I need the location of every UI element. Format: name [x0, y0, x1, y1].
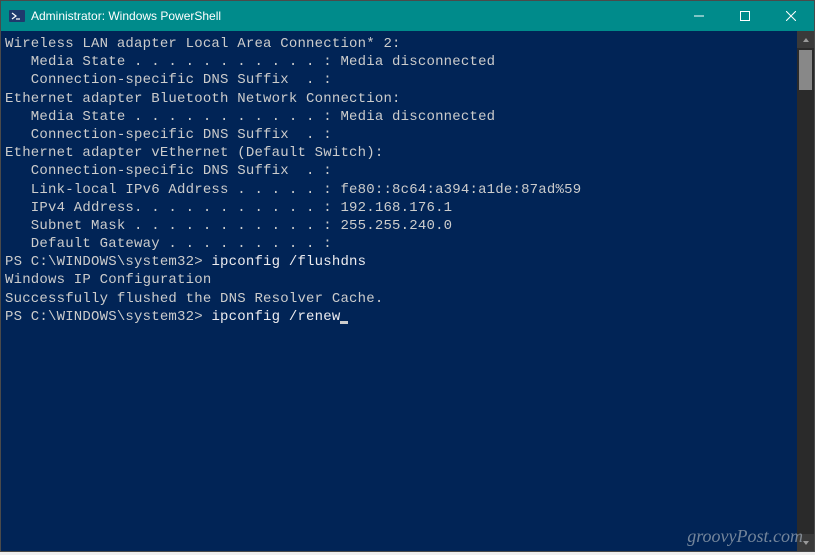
output-line: IPv4 Address. . . . . . . . . . . : 192.…: [5, 199, 797, 217]
prompt-path: PS C:\WINDOWS\system32>: [5, 254, 211, 270]
minimize-button[interactable]: [676, 1, 722, 31]
output-line: Ethernet adapter Bluetooth Network Conne…: [5, 90, 797, 108]
output-line: Connection-specific DNS Suffix . :: [5, 71, 797, 89]
powershell-icon: [9, 8, 25, 24]
output-line: Media State . . . . . . . . . . . : Medi…: [5, 53, 797, 71]
output-line: Connection-specific DNS Suffix . :: [5, 126, 797, 144]
scroll-thumb[interactable]: [799, 50, 812, 90]
output-line: Successfully flushed the DNS Resolver Ca…: [5, 290, 797, 308]
output-line: Link-local IPv6 Address . . . . . : fe80…: [5, 181, 797, 199]
output-line: Windows IP Configuration: [5, 271, 797, 289]
output-line: Media State . . . . . . . . . . . : Medi…: [5, 108, 797, 126]
prompt-command: ipconfig /flushdns: [211, 254, 366, 270]
prompt-line: PS C:\WINDOWS\system32> ipconfig /flushd…: [5, 253, 797, 271]
output-line: Subnet Mask . . . . . . . . . . . : 255.…: [5, 217, 797, 235]
maximize-button[interactable]: [722, 1, 768, 31]
scroll-up-button[interactable]: [797, 31, 814, 48]
prompt-path: PS C:\WINDOWS\system32>: [5, 309, 211, 325]
console-area: Wireless LAN adapter Local Area Connecti…: [1, 31, 814, 551]
output-line: Wireless LAN adapter Local Area Connecti…: [5, 35, 797, 53]
close-button[interactable]: [768, 1, 814, 31]
text-cursor: [340, 321, 348, 324]
console-output[interactable]: Wireless LAN adapter Local Area Connecti…: [1, 31, 797, 551]
window-controls: [676, 1, 814, 31]
scroll-down-button[interactable]: [797, 534, 814, 551]
titlebar[interactable]: Administrator: Windows PowerShell: [1, 1, 814, 31]
powershell-window: Administrator: Windows PowerShell Wirele…: [0, 0, 815, 552]
output-line: Default Gateway . . . . . . . . . :: [5, 235, 797, 253]
output-line: Ethernet adapter vEthernet (Default Swit…: [5, 144, 797, 162]
prompt-line: PS C:\WINDOWS\system32> ipconfig /renew: [5, 308, 797, 326]
output-line: Connection-specific DNS Suffix . :: [5, 162, 797, 180]
window-title: Administrator: Windows PowerShell: [31, 9, 676, 23]
scroll-track[interactable]: [797, 48, 814, 534]
prompt-command: ipconfig /renew: [211, 309, 340, 325]
vertical-scrollbar[interactable]: [797, 31, 814, 551]
